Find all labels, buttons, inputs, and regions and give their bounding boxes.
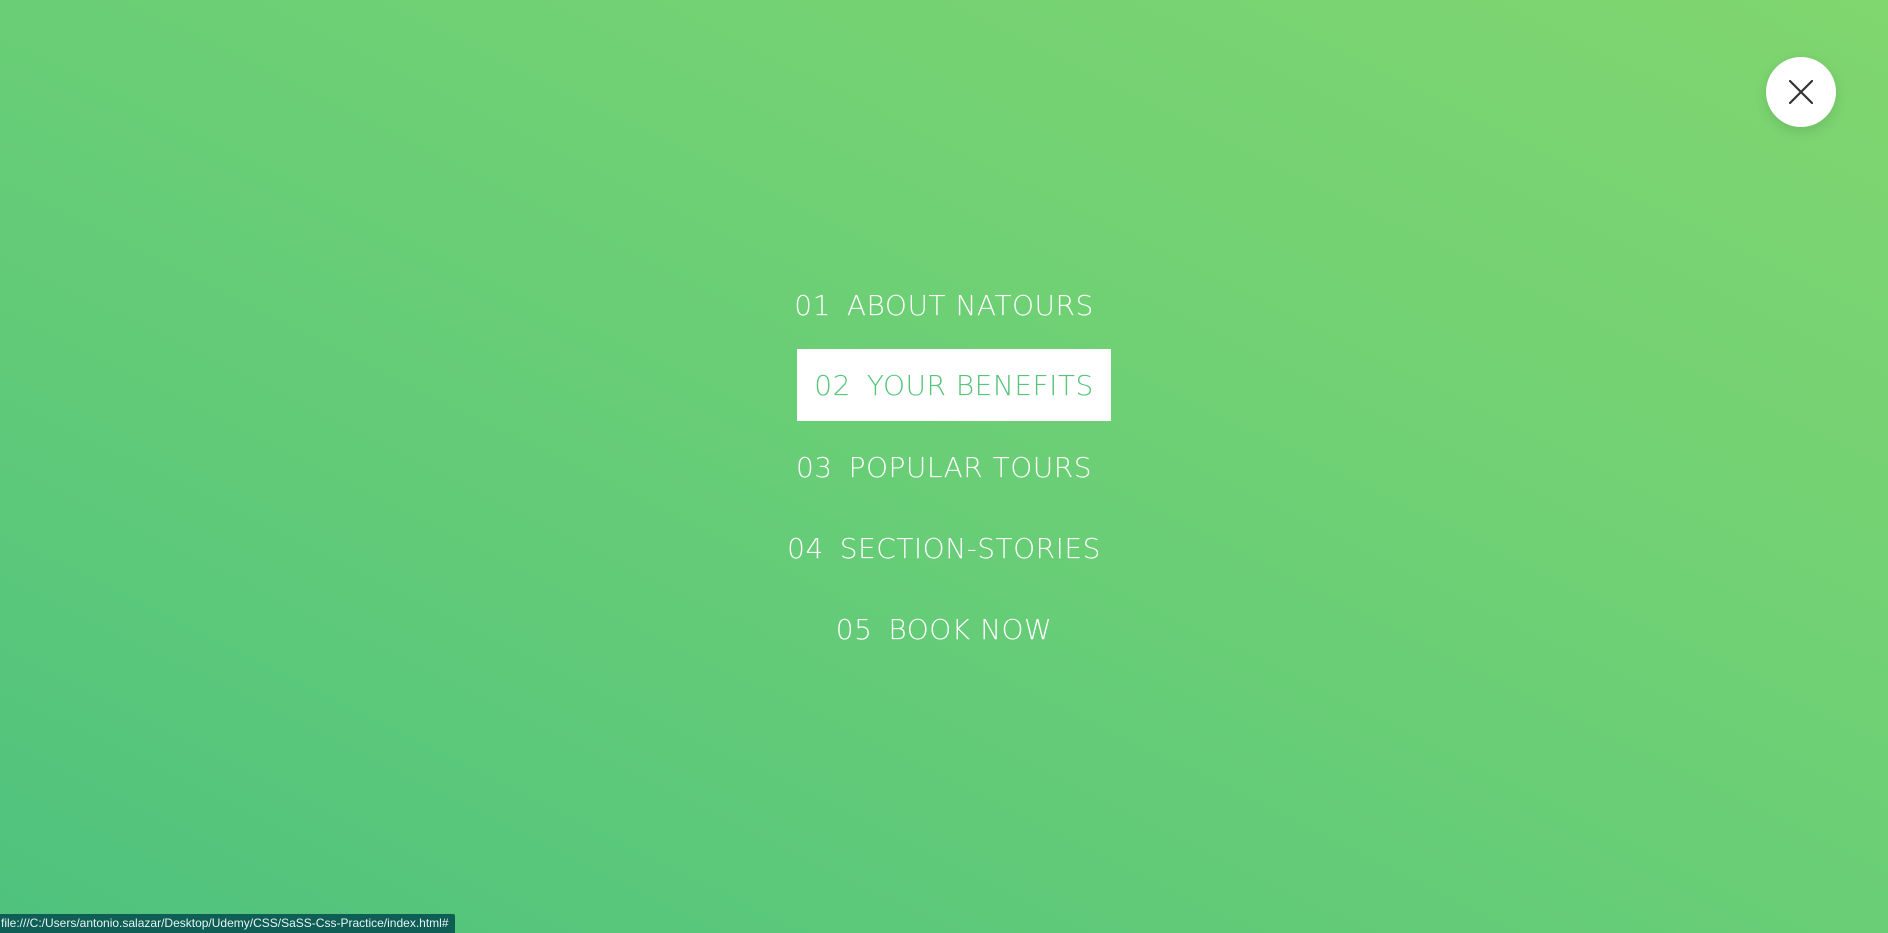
nav-item-label: BOOK NOW bbox=[888, 612, 1053, 646]
nav-link-book-now[interactable]: 05 BOOK NOW bbox=[784, 593, 1104, 665]
status-bar-url: file:///C:/Users/antonio.salazar/Desktop… bbox=[1, 916, 449, 930]
nav-item-label: ABOUT NATOURS bbox=[846, 288, 1094, 322]
nav-link-your-benefits[interactable]: 02 YOUR BENEFITS bbox=[797, 349, 1111, 421]
nav-item-number: 03 bbox=[795, 450, 833, 484]
nav-link-popular-tours[interactable]: 03 POPULAR TOURS bbox=[784, 431, 1104, 503]
nav-item-number: 04 bbox=[787, 531, 824, 565]
nav-item-label: YOUR BENEFITS bbox=[866, 368, 1094, 402]
nav-item-label: SECTION-STORIES bbox=[839, 531, 1101, 565]
nav-item-number: 01 bbox=[794, 288, 831, 322]
navigation-menu: 01 ABOUT NATOURS 02 YOUR BENEFITS 03 POP… bbox=[0, 0, 1888, 933]
nav-item-number: 02 bbox=[814, 368, 851, 402]
browser-status-bar: file:///C:/Users/antonio.salazar/Desktop… bbox=[0, 914, 455, 933]
nav-link-section-stories[interactable]: 04 SECTION-STORIES bbox=[774, 512, 1114, 584]
nav-item-number: 05 bbox=[835, 612, 873, 646]
nav-item-label: POPULAR TOURS bbox=[848, 450, 1093, 484]
nav-link-about-natours[interactable]: 01 ABOUT NATOURS bbox=[784, 269, 1104, 341]
